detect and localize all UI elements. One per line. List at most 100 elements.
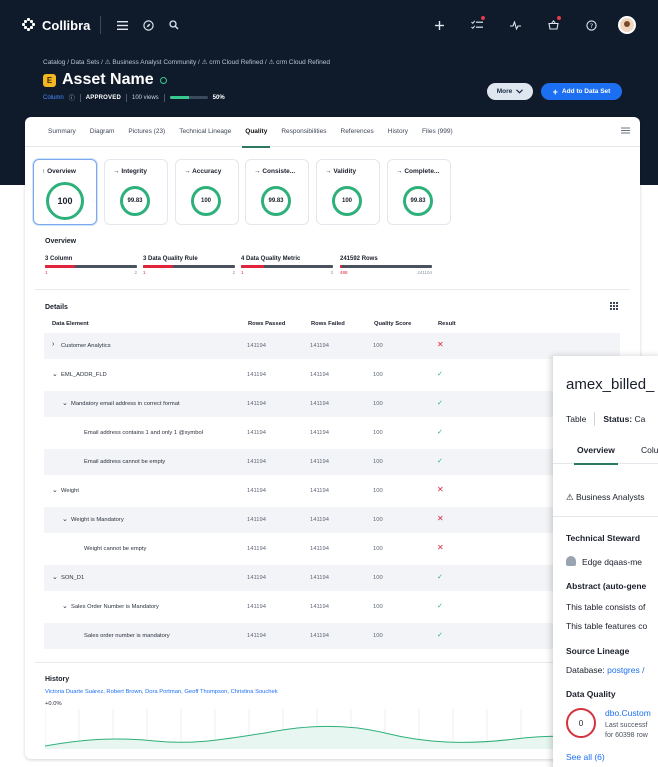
panel-community-link[interactable]: ⚠ Business Analysts <box>566 492 645 503</box>
table-row[interactable]: ⌄ Weight 141194 141194 100 ✕ <box>44 478 620 504</box>
tab-settings-icon[interactable] <box>621 127 630 136</box>
tasks-icon[interactable] <box>466 14 488 36</box>
basket-icon[interactable] <box>542 14 564 36</box>
col-data-element[interactable]: Data Element <box>52 321 89 327</box>
pass-check-icon: ✓ <box>437 632 443 639</box>
data-element-name[interactable]: Weight <box>61 488 79 494</box>
plus-icon[interactable] <box>428 14 450 36</box>
tab-technical-lineage[interactable]: Technical Lineage <box>172 117 238 147</box>
failed-fill <box>340 265 342 268</box>
abstract-title: Abstract (auto-gene <box>566 581 647 591</box>
table-row[interactable]: ⌄ Sales Order Number is Mandatory 141194 14… <box>44 594 620 620</box>
arrow-icon: → <box>396 168 403 175</box>
table-row[interactable]: › Customer Analytics 141194 141194 100 ✕ <box>44 333 620 359</box>
rows-failed: 141194 <box>310 343 329 349</box>
col-rows-passed[interactable]: Rows Passed <box>248 321 285 327</box>
collibra-logo[interactable]: Collibra <box>22 18 90 33</box>
chevron-right-icon[interactable]: › <box>52 341 54 348</box>
data-element-name[interactable]: Email address contains 1 and only 1 @sym… <box>84 430 203 436</box>
technical-steward[interactable]: Edge dqaas-me <box>566 556 642 567</box>
chevron-down-icon[interactable]: ⌄ <box>52 486 58 494</box>
info-icon[interactable]: ⓘ <box>69 93 75 102</box>
quality-score: 100 <box>373 459 383 465</box>
chevron-down-icon[interactable]: ⌄ <box>62 399 68 407</box>
activity-icon[interactable] <box>504 14 526 36</box>
dimension-label: → Complete... <box>396 168 440 175</box>
failed-fill <box>45 265 76 268</box>
user-avatar[interactable] <box>618 16 636 34</box>
view-count: 100 views <box>131 94 159 101</box>
search-icon[interactable] <box>163 14 185 36</box>
data-element-name[interactable]: SON_D1 <box>61 575 84 581</box>
dimension-card-accuracy[interactable]: → Accuracy 100 <box>175 159 239 225</box>
dimension-score-ring: 99.83 <box>261 186 291 216</box>
compass-icon[interactable] <box>137 14 159 36</box>
menu-icon[interactable] <box>111 14 133 36</box>
dimension-card-overview[interactable]: ↑ Overview 100 <box>33 159 97 225</box>
rows-failed: 141194 <box>310 575 329 581</box>
panel-tab-columns[interactable]: Colu <box>641 445 658 455</box>
overview-metric-bar <box>143 265 235 268</box>
asset-title-row: E Asset Name <box>43 71 167 89</box>
dimension-card-consiste[interactable]: → Consiste... 99.83 <box>245 159 309 225</box>
data-element-name[interactable]: Email address cannot be empty <box>84 459 165 465</box>
tab-pictures-23[interactable]: Pictures (23) <box>121 117 172 147</box>
data-element-name[interactable]: Weight is Mandatory <box>71 517 124 523</box>
chevron-down-icon[interactable]: ⌄ <box>52 370 58 378</box>
data-element-name[interactable]: Weight cannot be empty <box>84 546 146 552</box>
data-element-name[interactable]: Sales order number is mandatory <box>84 633 170 639</box>
grid-view-icon[interactable] <box>610 302 618 312</box>
table-row[interactable]: Sales order number is mandatory 141194 141… <box>44 623 620 649</box>
tab-files-999[interactable]: Files (999) <box>415 117 460 147</box>
tab-references[interactable]: References <box>334 117 381 147</box>
col-rows-failed[interactable]: Rows Failed <box>311 321 345 327</box>
passed-count: 2 <box>134 270 137 275</box>
table-row[interactable]: Email address cannot be empty 141194 14119… <box>44 449 620 475</box>
add-to-data-set-button[interactable]: + Add to Data Set <box>541 83 622 100</box>
rows-failed: 141194 <box>310 604 329 610</box>
overview-metric-label: 4 Data Quality Metric <box>241 256 301 262</box>
tab-responsibilities[interactable]: Responsibilities <box>274 117 333 147</box>
quality-score: 100 <box>373 488 383 494</box>
dimension-card-integrity[interactable]: → Integrity 99.83 <box>104 159 168 225</box>
rows-passed: 141194 <box>247 459 266 465</box>
table-row[interactable]: Weight cannot be empty 141194 141194 100 ✕ <box>44 536 620 562</box>
tab-quality[interactable]: Quality <box>238 117 274 148</box>
lineage-link[interactable]: postgres / <box>607 665 644 675</box>
chevron-down-icon[interactable]: ⌄ <box>52 573 58 581</box>
breadcrumb[interactable]: Catalog / Data Sets / ⚠ Business Analyst… <box>43 58 330 66</box>
dimension-label: → Accuracy <box>184 168 222 175</box>
rows-failed: 141194 <box>310 633 329 639</box>
col-result[interactable]: Result <box>438 321 456 327</box>
tab-diagram[interactable]: Diagram <box>83 117 122 147</box>
dimension-card-complete[interactable]: → Complete... 99.83 <box>387 159 451 225</box>
asset-type-link[interactable]: Column <box>43 95 64 101</box>
table-row[interactable]: ⌄ EML_ADDR_FLD 141194 141194 100 ✓ <box>44 362 620 388</box>
col-quality-score[interactable]: Quality Score <box>374 321 411 327</box>
chevron-down-icon[interactable]: ⌄ <box>62 515 68 523</box>
rows-passed: 141194 <box>247 633 266 639</box>
more-button[interactable]: More <box>487 83 533 100</box>
chevron-down-icon[interactable]: ⌄ <box>62 602 68 610</box>
data-quality-rule-link[interactable]: dbo.Custom <box>605 708 651 718</box>
data-element-name[interactable]: Customer Analytics <box>61 343 111 349</box>
table-row[interactable]: ⌄ SON_D1 141194 141194 100 ✓ <box>44 565 620 591</box>
tab-history[interactable]: History <box>381 117 415 147</box>
tab-summary[interactable]: Summary <box>41 117 83 147</box>
rows-passed: 141194 <box>247 546 266 552</box>
see-all-link[interactable]: See all (6) <box>566 752 605 762</box>
data-element-name[interactable]: Sales Order Number is Mandatory <box>71 604 159 610</box>
data-element-name[interactable]: EML_ADDR_FLD <box>61 372 107 378</box>
table-row[interactable]: ⌄ Weight is Mandatory 141194 141194 100 ✕ <box>44 507 620 533</box>
dimension-score-ring: 100 <box>46 182 84 220</box>
dimension-card-validity[interactable]: → Validity 100 <box>316 159 380 225</box>
table-row[interactable]: ⌄ Mandatory email address in correct form… <box>44 391 620 417</box>
panel-tab-overview[interactable]: Overview <box>574 445 618 465</box>
data-element-name[interactable]: Mandatory email address in correct forma… <box>71 401 180 407</box>
rows-passed: 141194 <box>247 401 266 407</box>
table-row[interactable]: Email address contains 1 and only 1 @sym… <box>44 420 620 446</box>
history-contributors[interactable]: Victoria Duarte Suárez, Robert Brown, Do… <box>45 689 278 695</box>
help-icon[interactable]: ? <box>580 14 602 36</box>
tasks-badge <box>480 15 486 21</box>
passed-count: 241104 <box>417 270 432 275</box>
